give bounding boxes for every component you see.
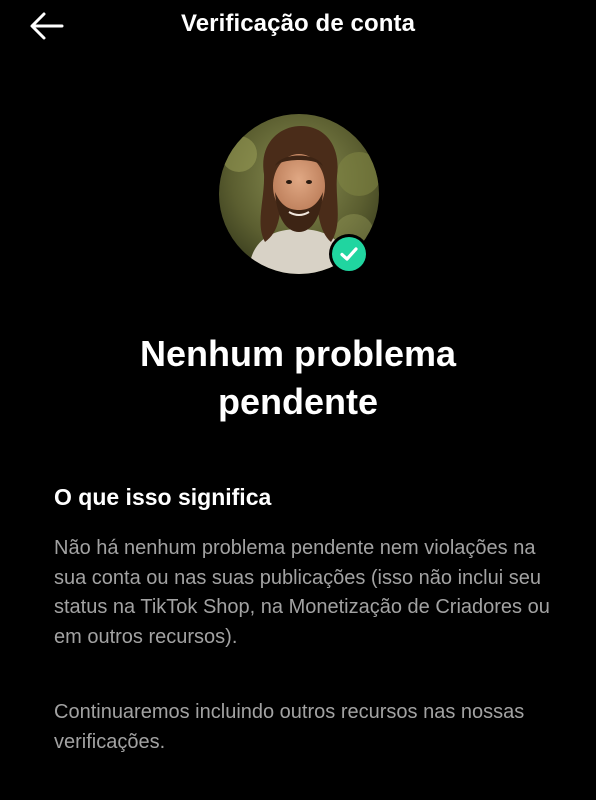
verified-badge <box>329 234 369 274</box>
checkmark-icon <box>340 247 358 261</box>
account-check-screen: Verificação de conta Nenhum problema pen… <box>0 0 596 800</box>
top-bar: Verificação de conta <box>0 0 596 52</box>
page-title: Verificação de conta <box>180 10 416 37</box>
headline-line-2: pendente <box>217 381 378 422</box>
explanation-paragraph: Não há nenhum problema pendente nem viol… <box>54 537 550 648</box>
section-title: O que isso significa <box>54 484 272 510</box>
status-headline: Nenhum problema pendente <box>40 330 556 426</box>
headline-line-1: Nenhum problema <box>139 333 457 374</box>
profile-avatar-container <box>219 114 379 274</box>
future-checks-paragraph: Continuaremos incluindo outros recursos … <box>54 701 525 753</box>
